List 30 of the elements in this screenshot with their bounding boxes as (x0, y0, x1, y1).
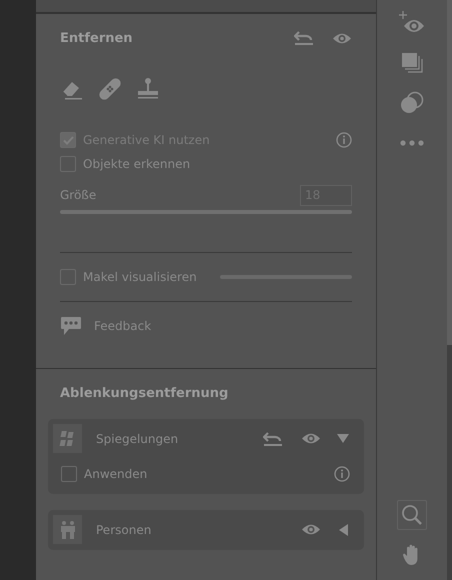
eye-icon (301, 432, 321, 445)
caret-left-icon (338, 522, 348, 536)
eye-icon (332, 32, 352, 44)
category-label: Personen (96, 522, 152, 536)
expand-button[interactable] (336, 433, 350, 444)
checkbox[interactable] (61, 466, 77, 482)
reflection-tiles-icon (58, 430, 76, 448)
section-title: Entfernen (60, 30, 134, 46)
visibility-button[interactable] (332, 32, 352, 44)
blend-circles-icon (400, 91, 424, 115)
chat-bubble-icon (60, 316, 82, 336)
reset-button[interactable] (294, 30, 314, 46)
info-icon[interactable] (334, 466, 350, 482)
eye-icon (301, 523, 321, 536)
caret-down-icon (336, 433, 350, 444)
stamp-icon[interactable] (136, 77, 160, 101)
section-title: Ablenkungsentfernung (60, 386, 230, 400)
more-icon (400, 139, 424, 147)
layers-icon (400, 52, 424, 74)
reset-button[interactable] (263, 430, 283, 446)
eye-plus-icon (399, 11, 425, 35)
category-label: Spiegelungen (96, 432, 180, 446)
visibility-button[interactable] (301, 432, 321, 445)
undo-icon (294, 30, 314, 46)
toolbar-button[interactable] (397, 500, 427, 530)
visibility-button[interactable] (301, 523, 321, 536)
people-icon (58, 520, 76, 540)
undo-icon (263, 430, 283, 446)
search-icon (401, 504, 423, 526)
checkbox-label: Anwenden (84, 467, 148, 481)
